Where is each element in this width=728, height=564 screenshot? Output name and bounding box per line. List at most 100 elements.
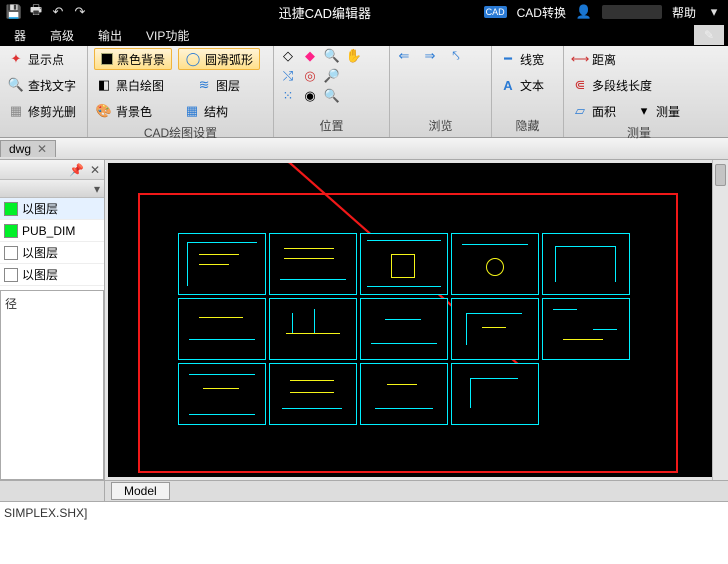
nav-left-icon[interactable]: ⇐: [396, 48, 412, 64]
measure-button[interactable]: ▾测量: [634, 100, 682, 122]
trim-button[interactable]: ▦修剪光删: [6, 100, 81, 122]
doc-tab-label: dwg: [9, 142, 31, 156]
zoom-in-icon[interactable]: 🔍: [324, 48, 340, 64]
save-icon[interactable]: 💾: [6, 4, 22, 20]
bg-color-button[interactable]: 🎨背景色: [94, 100, 154, 122]
bw-icon: ◧: [96, 77, 112, 93]
lw-icon: ━: [500, 51, 516, 67]
layers-icon: ≋: [196, 77, 212, 93]
statusbar: SIMPLEX.SHX]: [0, 502, 728, 524]
ribbon: ✦显示点 🔍查找文字 ▦修剪光删 黑色背景 ◯圆滑弧形 ◧黑白绘图 ≋图层 🎨背…: [0, 46, 728, 138]
print-icon[interactable]: 🖶: [28, 4, 44, 20]
smooth-arc-button[interactable]: ◯圆滑弧形: [178, 48, 260, 70]
layer-row[interactable]: 以图层: [0, 242, 104, 264]
user-slot: [602, 5, 662, 19]
group-measure-title: 测量: [570, 122, 708, 144]
drawing-tile: [360, 298, 448, 360]
drawing-tile: [178, 363, 266, 425]
app-title: 迅捷CAD编辑器: [166, 3, 484, 22]
model-tabs: Model: [0, 480, 728, 502]
group-position-title: 位置: [280, 115, 383, 137]
redo-icon[interactable]: ↷: [72, 4, 88, 20]
swap-icon[interactable]: ⤭: [280, 68, 296, 84]
bw-draw-button[interactable]: ◧黑白绘图: [94, 74, 166, 96]
panel-top: 📌 ✕: [0, 160, 104, 180]
polylen-button[interactable]: ⋐多段线长度: [570, 74, 654, 96]
black-bg-button[interactable]: 黑色背景: [94, 48, 172, 70]
drawing-tile: [451, 233, 539, 295]
zoom-sel-icon[interactable]: 🔍: [324, 88, 340, 104]
dots-icon[interactable]: ⁙: [280, 88, 296, 104]
drawing-tile: [360, 233, 448, 295]
edit-pencil-icon[interactable]: ✎: [694, 25, 724, 45]
vertical-scrollbar[interactable]: [712, 160, 728, 480]
black-bg-icon: [101, 53, 113, 65]
drawing-tile: [178, 233, 266, 295]
menu-item-0[interactable]: 器: [4, 25, 36, 46]
dropdown-icon[interactable]: ▾: [706, 4, 722, 20]
canvas-wrap: [105, 160, 728, 480]
layer-row[interactable]: 以图层: [0, 198, 104, 220]
menu-item-output[interactable]: 输出: [88, 25, 132, 46]
cad-convert-link[interactable]: CAD转换: [517, 4, 566, 21]
layer-row[interactable]: PUB_DIM: [0, 220, 104, 242]
layers-header: ▾: [0, 180, 104, 198]
distance-button[interactable]: ⟷距离: [570, 48, 618, 70]
swatch: [4, 202, 18, 216]
shx-box: 径: [0, 290, 104, 480]
area-icon: ▱: [572, 103, 588, 119]
measure-icon: ▾: [636, 103, 652, 119]
scrollbar-thumb[interactable]: [715, 164, 726, 186]
trim-icon: ▦: [8, 103, 24, 119]
swatch: [4, 224, 18, 238]
drawing-tile: [269, 233, 357, 295]
user-icon[interactable]: 👤: [576, 4, 592, 20]
swatch: [4, 246, 18, 260]
text-button[interactable]: A文本: [498, 74, 557, 96]
doc-tab[interactable]: dwg ✕: [0, 140, 56, 157]
drawing-tile: [451, 363, 539, 425]
layers-button[interactable]: ≋图层: [194, 74, 242, 96]
layers-list: 以图层 PUB_DIM 以图层 以图层: [0, 198, 104, 286]
find-icon: 🔍: [8, 77, 24, 93]
drawing-tile: [360, 363, 448, 425]
group-blank-title: [6, 122, 81, 141]
group-browse-title: 浏览: [396, 115, 485, 137]
zoom-area-icon[interactable]: ◆: [302, 48, 318, 64]
help-label[interactable]: 帮助: [672, 4, 696, 21]
show-points-button[interactable]: ✦显示点: [6, 48, 81, 70]
structure-button[interactable]: ▦结构: [182, 100, 230, 122]
line-width-button[interactable]: ━线宽: [498, 48, 557, 70]
main: 📌 ✕ ▾ 以图层 PUB_DIM 以图层 以图层 径: [0, 160, 728, 480]
menu-item-advanced[interactable]: 高级: [40, 25, 84, 46]
text-icon: A: [500, 77, 516, 93]
menubar: 器 高级 输出 VIP功能 ✎: [0, 24, 728, 46]
drawing-tile: [269, 363, 357, 425]
pan-icon[interactable]: ✋: [346, 48, 362, 64]
menu-item-vip[interactable]: VIP功能: [136, 25, 199, 46]
close-icon[interactable]: ✕: [37, 142, 47, 156]
nav-right-icon[interactable]: ⇒: [422, 48, 438, 64]
side-panel: 📌 ✕ ▾ 以图层 PUB_DIM 以图层 以图层 径: [0, 160, 105, 480]
model-tab[interactable]: Model: [111, 482, 170, 500]
undo-icon[interactable]: ↶: [50, 4, 66, 20]
layer-row[interactable]: 以图层: [0, 264, 104, 286]
pin-icon[interactable]: 📌: [69, 163, 84, 177]
nav-upleft-icon[interactable]: ⤣: [448, 48, 464, 64]
zoom-out-icon[interactable]: 🔎: [324, 68, 340, 84]
zoom-fit-icon[interactable]: ◇: [280, 48, 296, 64]
drawings-grid: [178, 233, 630, 425]
structure-icon: ▦: [184, 103, 200, 119]
target-icon[interactable]: ◎: [302, 68, 318, 84]
arc-icon: ◯: [185, 51, 201, 67]
bgcolor-icon: 🎨: [96, 103, 112, 119]
drawing-tile: [542, 298, 630, 360]
find-text-button[interactable]: 🔍查找文字: [6, 74, 81, 96]
chevron-down-icon[interactable]: ▾: [94, 182, 100, 196]
drawing-canvas[interactable]: [108, 163, 725, 477]
area-button[interactable]: ▱面积: [570, 100, 618, 122]
drawing-tile: [542, 233, 630, 295]
circle-zoom-icon[interactable]: ◉: [302, 88, 318, 104]
drawing-tile: [178, 298, 266, 360]
close-panel-icon[interactable]: ✕: [90, 163, 100, 177]
